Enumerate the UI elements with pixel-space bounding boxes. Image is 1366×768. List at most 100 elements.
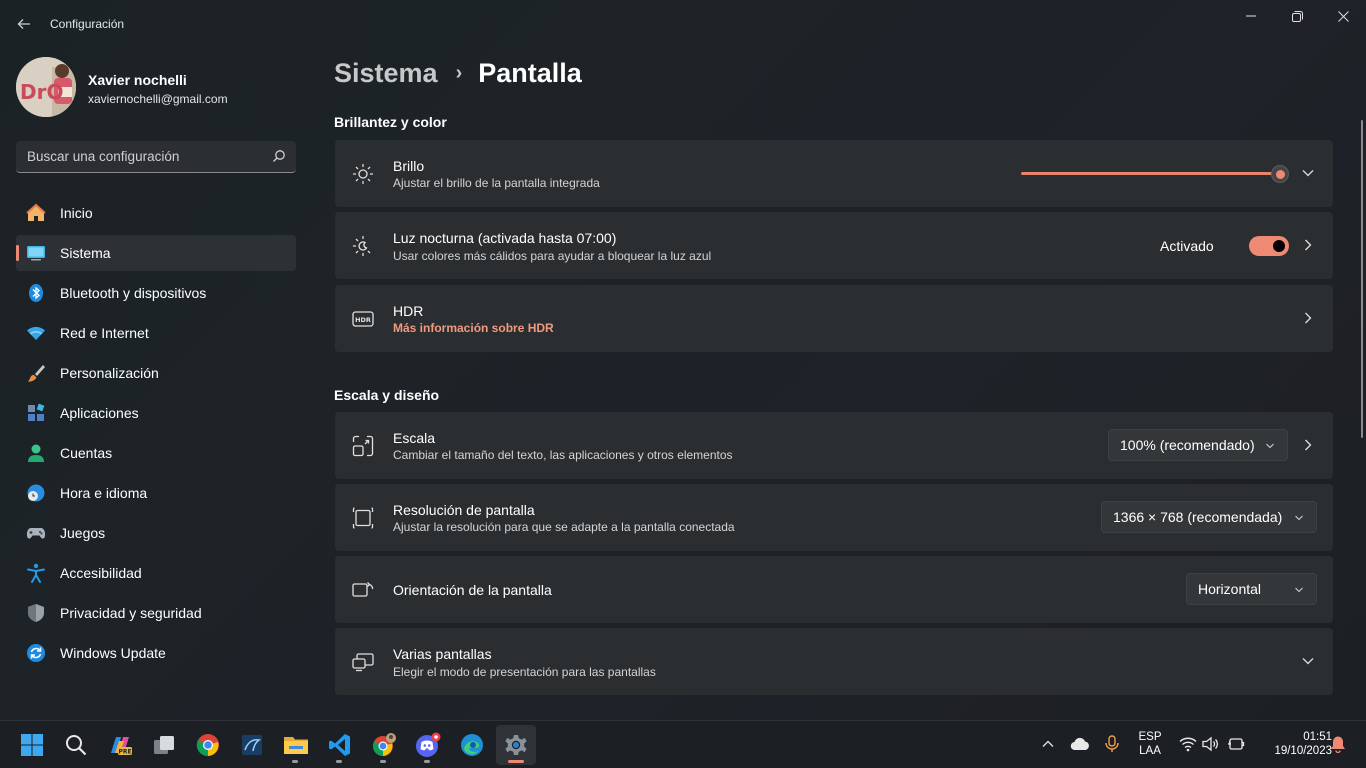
start-icon [21, 734, 43, 756]
running-indicator [424, 760, 430, 763]
orientation-card[interactable]: Orientación de la pantalla Horizontal [335, 556, 1333, 623]
restore-button[interactable] [1274, 0, 1320, 32]
avatar-image: DrO [16, 57, 76, 117]
bluetooth-icon [26, 283, 46, 303]
sidebar-item-accesibilidad[interactable]: Accesibilidad [16, 555, 296, 591]
taskbar-search[interactable] [56, 725, 96, 765]
sidebar-item-label: Inicio [60, 205, 93, 221]
brightness-card[interactable]: Brillo Ajustar el brillo de la pantalla … [335, 140, 1333, 207]
orientation-dropdown[interactable]: Horizontal [1186, 573, 1317, 605]
breadcrumb-parent[interactable]: Sistema [334, 58, 438, 89]
sidebar-item-aplicaciones[interactable]: Aplicaciones [16, 395, 296, 431]
taskbar-start[interactable] [12, 725, 52, 765]
search-icon [66, 735, 87, 756]
hdr-card[interactable]: HDR HDR Más información sobre HDR [335, 285, 1333, 352]
taskbar: PRE ESP LAA 01:51 19/10/2023 [0, 720, 1366, 768]
running-indicator [292, 760, 298, 763]
brightness-slider-track[interactable] [1021, 172, 1279, 175]
page-title: Pantalla [478, 58, 582, 88]
wifi-icon [26, 323, 46, 343]
hdr-title: HDR [393, 303, 424, 319]
cloud-icon [1070, 737, 1089, 751]
app-title: Configuración [50, 17, 125, 31]
chevron-down-icon [1295, 515, 1303, 521]
scrollbar[interactable] [1361, 120, 1363, 438]
scale-dropdown[interactable]: 100% (recomendado) [1108, 429, 1288, 461]
svg-text:HDR: HDR [355, 316, 371, 324]
microphone-tray[interactable] [1102, 734, 1122, 754]
resolution-value: 1366 × 768 (recomendada) [1113, 509, 1283, 525]
scale-card[interactable]: Escala Cambiar el tamaño del texto, las … [335, 412, 1333, 479]
chevron-down-icon[interactable] [1301, 166, 1315, 180]
sidebar-item-privacidad[interactable]: Privacidad y seguridad [16, 595, 296, 631]
sidebar-item-juegos[interactable]: Juegos [16, 515, 296, 551]
taskbar-vscode[interactable] [320, 725, 360, 765]
close-button[interactable] [1320, 0, 1366, 32]
night-light-card[interactable]: Luz nocturna (activada hasta 07:00) Usar… [335, 212, 1333, 279]
sidebar-item-bluetooth[interactable]: Bluetooth y dispositivos [16, 275, 296, 311]
chevron-right-icon[interactable] [1301, 311, 1315, 325]
taskbar-edge[interactable] [452, 725, 492, 765]
resolution-dropdown[interactable]: 1366 × 768 (recomendada) [1101, 501, 1317, 533]
search-icon[interactable] [272, 149, 286, 163]
chevron-right-icon[interactable] [1301, 438, 1315, 452]
sidebar-item-hora[interactable]: Hora e idioma [16, 475, 296, 511]
search-box[interactable] [16, 141, 296, 173]
back-button[interactable] [10, 10, 38, 38]
shield-icon [26, 603, 46, 623]
multi-display-card[interactable]: Varias pantallas Elegir el modo de prese… [335, 628, 1333, 695]
sidebar-item-cuentas[interactable]: Cuentas [16, 435, 296, 471]
taskbar-copilot[interactable]: PRE [100, 725, 140, 765]
multi-display-subtitle: Elegir el modo de presentación para las … [393, 665, 656, 679]
sidebar-item-label: Hora e idioma [60, 485, 148, 501]
sidebar-item-label: Aplicaciones [60, 405, 139, 421]
resolution-card[interactable]: Resolución de pantalla Ajustar la resolu… [335, 484, 1333, 551]
sidebar-item-label: Windows Update [60, 645, 166, 661]
title-bar: Configuración [0, 0, 1366, 48]
chrome-profile-icon [372, 733, 396, 757]
taskbar-app-mysql[interactable] [232, 725, 272, 765]
brightness-title: Brillo [393, 158, 425, 174]
taskbar-settings[interactable] [496, 725, 536, 765]
notifications-button[interactable] [1328, 734, 1348, 754]
volume-tray[interactable] [1201, 734, 1221, 754]
breadcrumb-separator: › [455, 62, 463, 84]
update-icon [26, 643, 46, 663]
sidebar-item-red[interactable]: Red e Internet [16, 315, 296, 351]
search-input[interactable] [27, 149, 267, 164]
close-icon [1337, 10, 1349, 22]
battery-charging-icon [1228, 738, 1245, 750]
sidebar-item-personalizacion[interactable]: Personalización [16, 355, 296, 391]
taskbar-chrome-profile[interactable] [364, 725, 404, 765]
taskbar-chrome[interactable] [188, 725, 228, 765]
chevron-down-icon[interactable] [1301, 654, 1315, 668]
battery-tray[interactable] [1226, 734, 1246, 754]
language-indicator[interactable]: ESP LAA [1134, 731, 1166, 757]
avatar[interactable]: DrO [16, 57, 76, 117]
sidebar-item-sistema[interactable]: Sistema [16, 235, 296, 271]
minimize-button[interactable] [1228, 0, 1274, 32]
brightness-slider-thumb[interactable] [1271, 165, 1289, 183]
scale-value: 100% (recomendado) [1120, 437, 1255, 453]
microphone-icon [1105, 735, 1119, 752]
sidebar-item-inicio[interactable]: Inicio [16, 195, 296, 231]
svg-text:PRE: PRE [118, 748, 131, 755]
sidebar-item-label: Sistema [60, 245, 111, 261]
taskbar-discord[interactable] [408, 725, 448, 765]
brush-icon [26, 363, 46, 383]
hdr-link[interactable]: Más información sobre HDR [393, 321, 554, 335]
show-hidden-icons-button[interactable] [1038, 734, 1058, 754]
night-light-toggle[interactable] [1249, 236, 1289, 256]
resolution-title: Resolución de pantalla [393, 502, 535, 518]
taskbar-task-view[interactable] [144, 725, 184, 765]
sidebar-item-windows-update[interactable]: Windows Update [16, 635, 296, 671]
night-light-title: Luz nocturna (activada hasta 07:00) [393, 230, 617, 246]
multi-display-title: Varias pantallas [393, 646, 492, 662]
taskbar-file-explorer[interactable] [276, 725, 316, 765]
chevron-right-icon[interactable] [1301, 238, 1315, 252]
sidebar-item-label: Bluetooth y dispositivos [60, 285, 207, 301]
network-tray[interactable] [1178, 734, 1198, 754]
onedrive-tray[interactable] [1070, 734, 1090, 754]
clock[interactable]: 01:51 19/10/2023 [1252, 731, 1332, 757]
chevron-down-icon [1266, 443, 1274, 449]
